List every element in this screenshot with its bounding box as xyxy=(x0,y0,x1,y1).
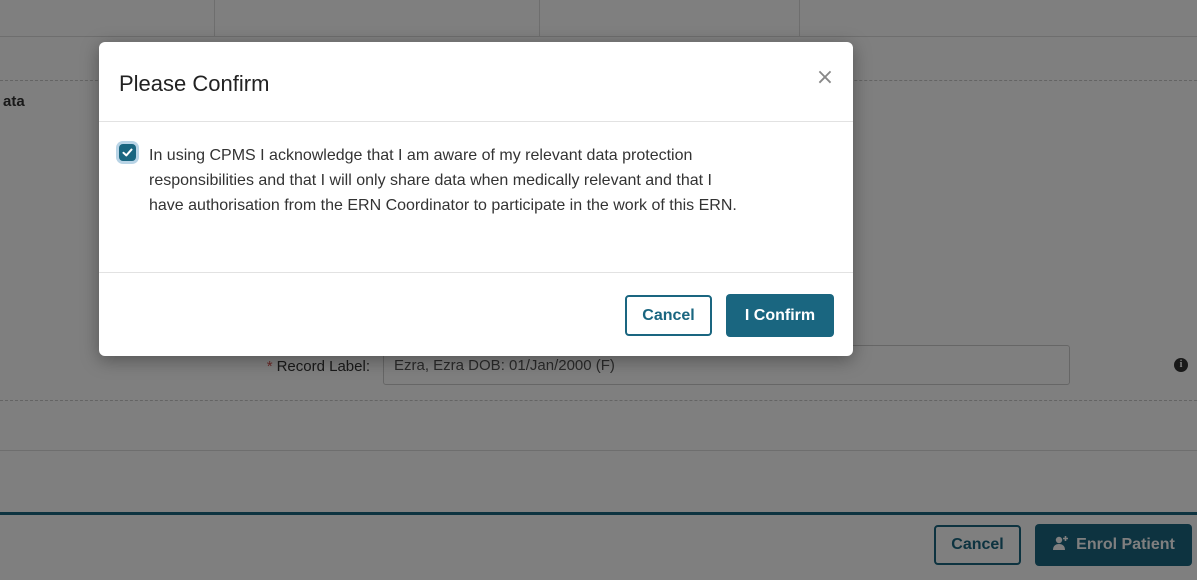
acknowledgement-text: In using CPMS I acknowledge that I am aw… xyxy=(149,147,737,214)
acknowledge-checkbox[interactable] xyxy=(119,144,136,161)
confirm-button[interactable]: I Confirm xyxy=(726,294,834,337)
close-button[interactable]: × xyxy=(813,66,837,90)
dialog-title: Please Confirm xyxy=(119,71,270,96)
close-icon: × xyxy=(815,65,835,90)
dialog-cancel-button[interactable]: Cancel xyxy=(625,295,712,336)
dialog-footer: Cancel I Confirm xyxy=(99,273,853,356)
checkmark-icon xyxy=(122,148,133,157)
dialog-header: Please Confirm × xyxy=(99,42,853,122)
confirm-dialog: Please Confirm × In using CPMS I acknowl… xyxy=(99,42,853,356)
dialog-body: In using CPMS I acknowledge that I am aw… xyxy=(99,122,853,273)
